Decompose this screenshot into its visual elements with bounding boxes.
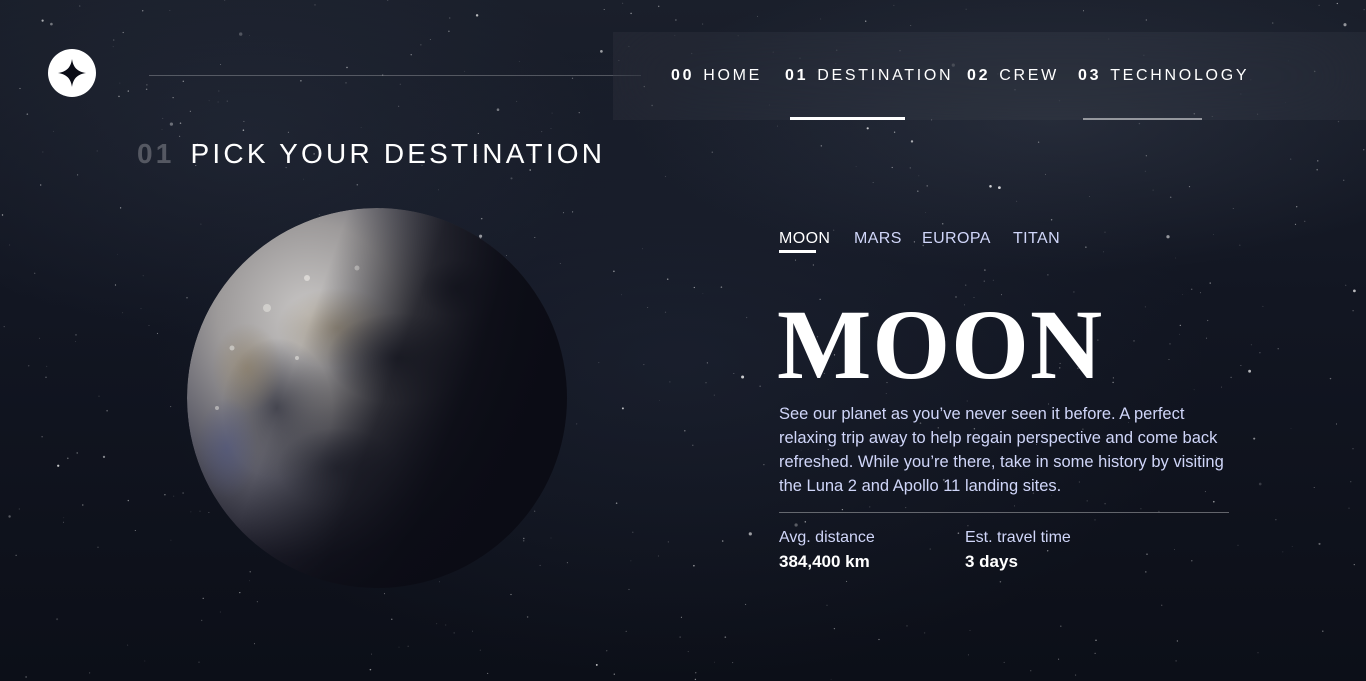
- nav-number: 00: [671, 67, 695, 84]
- destination-description: See our planet as you’ve never seen it b…: [779, 405, 1224, 495]
- page-background: 00 HOME 01 DESTINATION 02 CREW 03 TECHNOLOGY…: [0, 0, 1366, 681]
- nav-item-crew[interactable]: 02 CREW: [967, 66, 1059, 86]
- page-title: 01 PICK YOUR DESTINATION: [137, 136, 605, 172]
- nav-label: DESTINATION: [817, 67, 954, 84]
- nav-label: CREW: [999, 67, 1059, 84]
- stat-travel-time: Est. travel time 3 days: [965, 528, 1071, 572]
- stat-distance-value: 384,400 km: [779, 552, 870, 571]
- moon-graphic: [187, 208, 567, 588]
- header-divider: [149, 75, 641, 76]
- star-icon: [58, 59, 86, 87]
- logo-button[interactable]: [48, 49, 96, 97]
- page-title-text: PICK YOUR DESTINATION: [190, 138, 606, 169]
- page-title-number: 01: [137, 138, 175, 169]
- moon-image: [187, 208, 567, 588]
- nav-item-home[interactable]: 00 HOME: [671, 66, 762, 86]
- nav-label: HOME: [703, 67, 763, 84]
- nav-active-indicator: [790, 117, 905, 120]
- nav-item-destination[interactable]: 01 DESTINATION: [785, 66, 953, 86]
- stat-travel-label: Est. travel time: [965, 529, 1071, 546]
- nav-hover-indicator: [1083, 118, 1202, 120]
- stat-distance: Avg. distance 384,400 km: [779, 528, 875, 572]
- nav-label: TECHNOLOGY: [1110, 67, 1250, 84]
- tab-moon[interactable]: MOON: [779, 229, 830, 249]
- destination-title: MOON: [777, 289, 1104, 400]
- tab-active-indicator: [779, 250, 816, 253]
- nav-item-technology[interactable]: 03 TECHNOLOGY: [1078, 66, 1249, 86]
- nav-number: 02: [967, 67, 991, 84]
- nav-number: 01: [785, 67, 809, 84]
- nav-number: 03: [1078, 67, 1102, 84]
- stats-divider: [779, 512, 1229, 513]
- tab-titan[interactable]: TITAN: [1013, 229, 1060, 249]
- tab-mars[interactable]: MARS: [854, 229, 902, 249]
- stat-travel-value: 3 days: [965, 552, 1018, 571]
- stat-distance-label: Avg. distance: [779, 529, 875, 546]
- tab-europa[interactable]: EUROPA: [922, 229, 991, 249]
